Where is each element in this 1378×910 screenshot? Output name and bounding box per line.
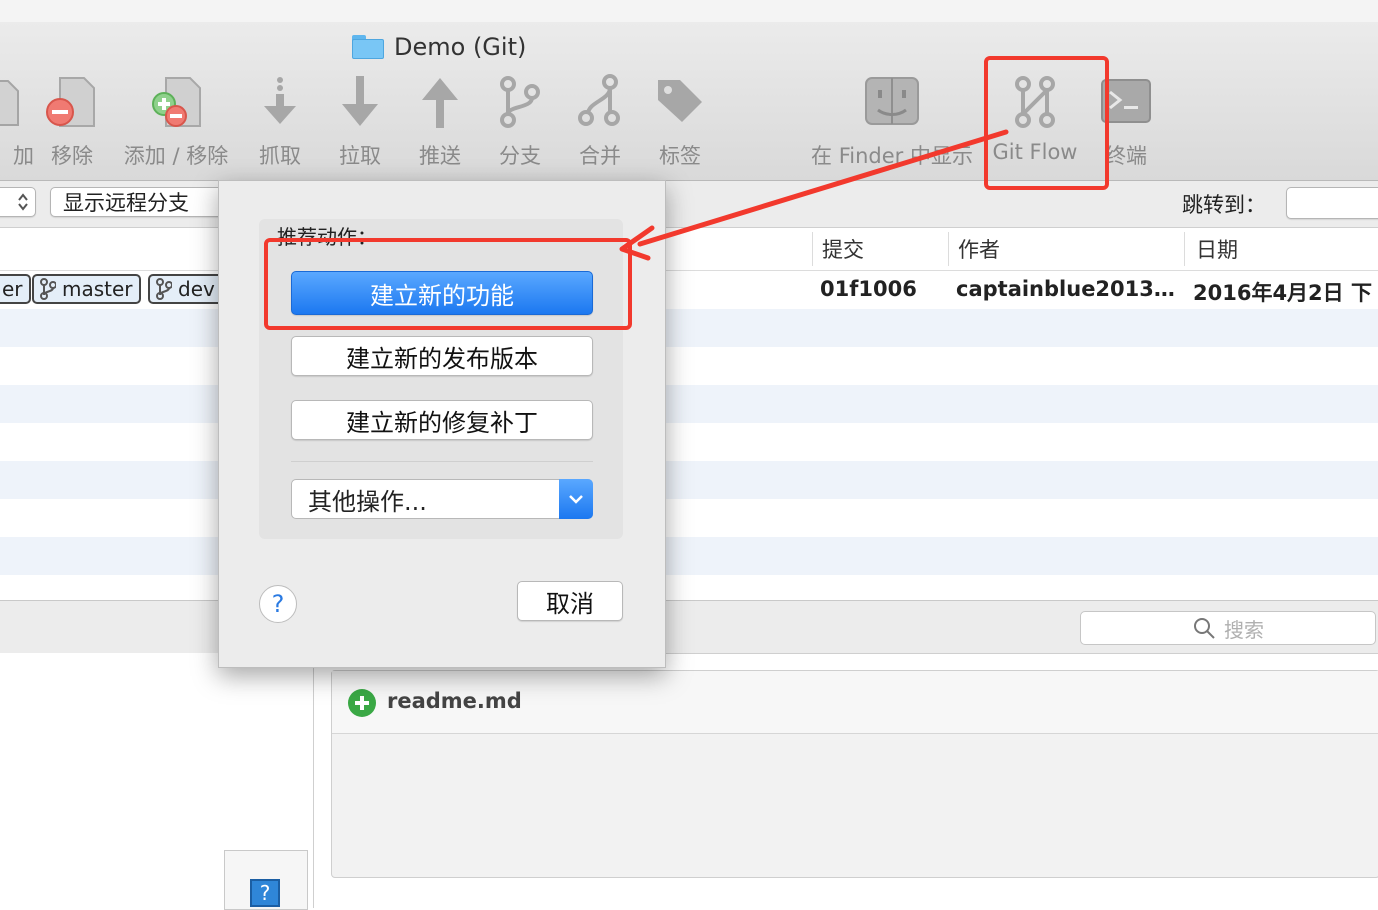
- annotation-arrow: [619, 129, 1009, 261]
